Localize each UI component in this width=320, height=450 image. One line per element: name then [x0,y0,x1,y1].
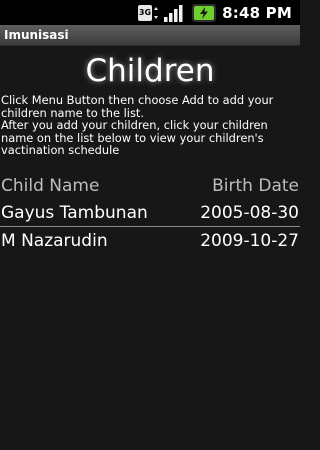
data-3g-icon: 3G [138,4,159,22]
app-title: Imunisasi [4,28,69,42]
header-child-name: Child Name [1,175,100,196]
list-header: Child Name Birth Date [0,172,300,199]
network-badge-text: 3G [139,8,151,17]
instruction-line-1: Click Menu Button then choose Add to add… [1,93,274,120]
child-name: M Nazarudin [1,230,108,251]
child-name: Gayus Tambunan [1,202,148,223]
screen: 3G 8:48 PM Imunisasi Children Click Menu… [0,0,300,450]
list-item[interactable]: Gayus Tambunan 2005-08-30 [0,199,300,226]
child-birth-date: 2005-08-30 [200,202,299,223]
child-birth-date: 2009-10-27 [200,230,299,251]
header-birth-date: Birth Date [212,175,299,196]
instructions: Click Menu Button then choose Add to add… [1,94,297,157]
battery-icon [192,3,217,22]
page-heading: Children [85,53,215,89]
status-bar: 3G 8:48 PM [0,0,300,25]
app-title-bar: Imunisasi [0,25,300,46]
list-item[interactable]: M Nazarudin 2009-10-27 [0,227,300,254]
children-list: Child Name Birth Date Gayus Tambunan 200… [0,172,300,254]
instruction-line-2: After you add your children, click your … [1,118,268,158]
signal-icon [164,4,186,22]
status-time: 8:48 PM [222,3,292,22]
